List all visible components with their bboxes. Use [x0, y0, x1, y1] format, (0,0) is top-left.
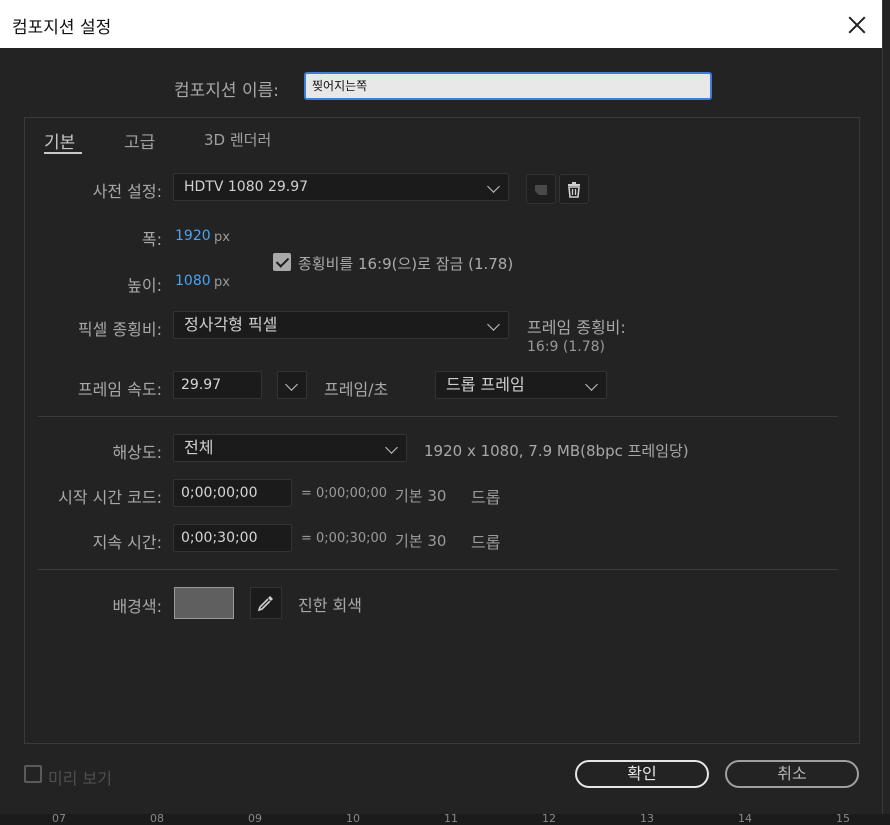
trash-icon: [568, 182, 580, 198]
resolution-label: 해상도:: [112, 443, 162, 462]
close-icon[interactable]: [842, 10, 872, 40]
pixel-aspect-dropdown[interactable]: 정사각형 픽셀: [173, 311, 509, 339]
desktop-edge: [883, 0, 890, 820]
drop-frame-value: 드롭 프레임: [446, 375, 525, 394]
pixel-aspect-label: 픽셀 종횡비:: [77, 320, 162, 339]
width-label: 폭:: [141, 230, 162, 249]
eyedropper-button[interactable]: [250, 587, 282, 619]
ok-button[interactable]: 확인: [575, 760, 709, 788]
frame-rate-dropdown[interactable]: [277, 371, 307, 399]
width-unit: px: [214, 230, 230, 245]
settings-panel: [24, 117, 860, 744]
save-preset-button[interactable]: [526, 174, 556, 204]
composition-name-label: 컴포지션 이름:: [174, 81, 279, 101]
title-bar: [0, 0, 882, 48]
ruler-tick: 13: [640, 812, 654, 825]
duration-equals: = 0;00;30;00: [301, 531, 388, 546]
background-color-swatch[interactable]: [174, 587, 234, 619]
height-value[interactable]: 1080: [175, 273, 211, 289]
ruler-tick: 11: [444, 812, 458, 825]
ruler-tick: 07: [52, 812, 66, 825]
preset-label: 사전 설정:: [92, 182, 162, 201]
height-unit: px: [214, 275, 230, 290]
tab-advanced[interactable]: 고급: [124, 128, 155, 153]
tab-active-indicator: [44, 152, 82, 154]
resolution-info: 1920 x 1080, 7.9 MB(8bpc 프레임당): [424, 442, 689, 460]
lock-aspect-label: 종횡비를 16:9(으)로 잠금 (1.78): [298, 255, 514, 273]
frame-aspect-value: 16:9 (1.78): [527, 339, 605, 355]
chevron-down-icon: [487, 180, 500, 193]
cancel-button[interactable]: 취소: [725, 760, 859, 788]
frame-rate-label: 프레임 속도:: [77, 380, 162, 399]
duration-input[interactable]: 0;00;30;00: [173, 524, 292, 552]
ruler-tick: 08: [150, 812, 164, 825]
start-timecode-base: 기본 30: [395, 487, 447, 505]
chevron-down-icon: [385, 441, 398, 454]
preset-dropdown[interactable]: HDTV 1080 29.97: [173, 173, 509, 201]
drop-frame-dropdown[interactable]: 드롭 프레임: [435, 371, 607, 399]
preview-checkbox[interactable]: [24, 765, 42, 783]
save-preset-icon: [535, 185, 547, 195]
section-divider: [38, 569, 838, 570]
duration-base: 기본 30: [395, 532, 447, 550]
ruler-tick: 14: [738, 812, 752, 825]
duration-drop: 드롭: [471, 533, 501, 552]
resolution-value: 전체: [184, 438, 214, 457]
start-timecode-input[interactable]: 0;00;00;00: [173, 479, 292, 507]
background-color-label: 배경색:: [112, 597, 162, 616]
background-color-name: 진한 회색: [298, 596, 362, 615]
tab-3d-renderer[interactable]: 3D 렌더러: [204, 129, 271, 150]
chevron-down-icon: [487, 318, 500, 331]
eyedropper-icon: [257, 596, 273, 612]
delete-preset-button[interactable]: [559, 174, 589, 204]
frame-rate-input[interactable]: 29.97: [173, 371, 262, 399]
chevron-down-icon: [285, 378, 298, 391]
window-title: 컴포지션 설정: [12, 18, 112, 38]
lock-aspect-checkbox[interactable]: [273, 253, 291, 271]
chevron-down-icon: [585, 378, 598, 391]
duration-label: 지속 시간:: [92, 533, 162, 552]
frame-rate-unit: 프레임/초: [324, 380, 389, 399]
start-timecode-equals: = 0;00;00;00: [301, 486, 388, 501]
height-label: 높이:: [127, 276, 162, 295]
ruler-tick: 15: [836, 812, 850, 825]
preset-value: HDTV 1080 29.97: [184, 179, 309, 195]
pixel-aspect-value: 정사각형 픽셀: [184, 315, 278, 334]
width-value[interactable]: 1920: [175, 228, 211, 244]
start-timecode-drop: 드롭: [471, 488, 501, 507]
ruler-tick: 12: [542, 812, 556, 825]
section-divider: [38, 416, 838, 417]
preview-label: 미리 보기: [48, 769, 112, 788]
ruler-tick: 09: [248, 812, 262, 825]
tab-basic[interactable]: 기본: [44, 128, 75, 153]
ruler-tick: 10: [346, 812, 360, 825]
start-timecode-label: 시작 시간 코드:: [58, 488, 162, 507]
resolution-dropdown[interactable]: 전체: [173, 434, 407, 462]
composition-name-input[interactable]: 찢어지는쪽: [304, 72, 712, 100]
frame-aspect-label: 프레임 종횡비:: [527, 318, 626, 337]
